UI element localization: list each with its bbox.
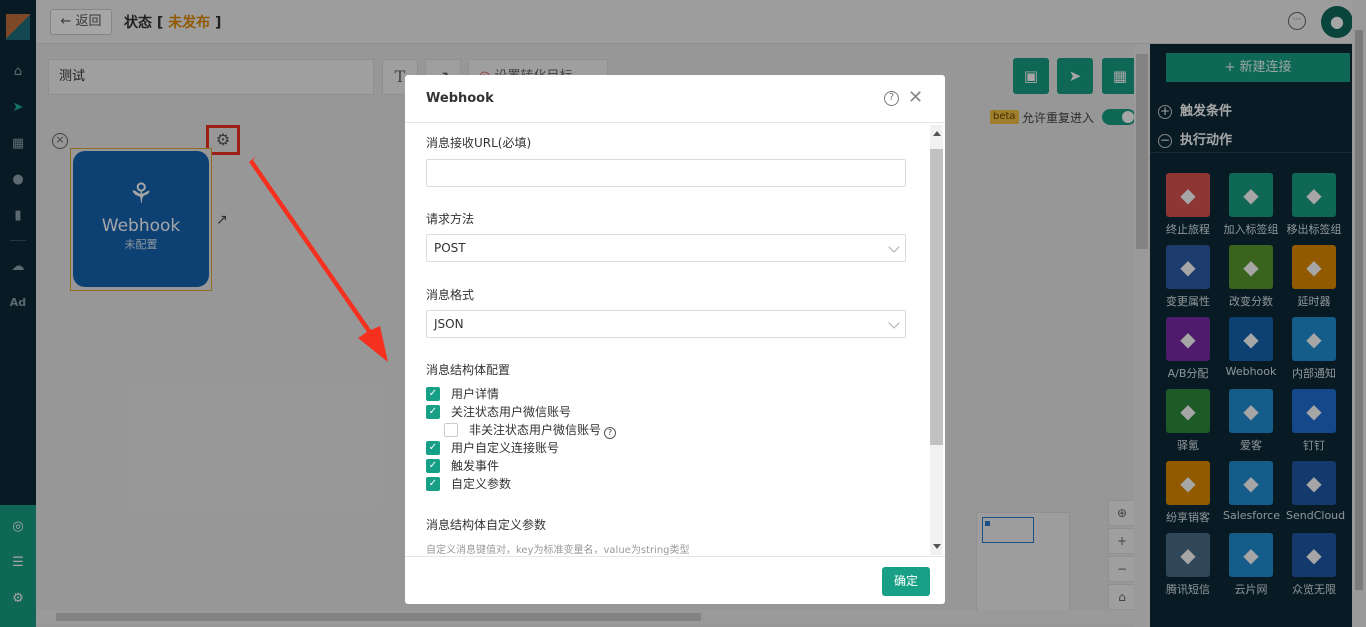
option-label: 触发事件 — [451, 459, 500, 473]
ok-button[interactable]: 确定 — [882, 567, 930, 596]
close-icon[interactable]: ✕ — [908, 87, 923, 108]
option-label: 非关注状态用户微信账号 — [469, 423, 602, 437]
option-label: 用户自定义连接账号 — [451, 441, 560, 455]
dialog-scrollbar[interactable] — [930, 125, 943, 555]
checkbox[interactable]: ✓ — [426, 405, 440, 419]
custom-params-hint: 自定义消息键值对，key为标准变量名，value为string类型 — [426, 545, 690, 555]
url-label: 消息接收URL(必填) — [426, 136, 532, 150]
option-label: 自定义参数 — [451, 477, 512, 491]
option-label: 关注状态用户微信账号 — [451, 405, 572, 419]
dialog-header: Webhook ? ✕ — [405, 75, 945, 123]
checkbox[interactable]: ✓ — [426, 477, 440, 491]
method-select[interactable]: POST — [426, 234, 906, 262]
format-value: JSON — [434, 317, 464, 331]
chevron-down-icon — [888, 317, 900, 329]
option-label: 用户详情 — [451, 387, 500, 401]
chevron-down-icon — [888, 241, 900, 253]
app-window: ⌂ ➤ ▦ ● ▮ ☁ Ad ◎ ☰ ⚙ ← 返回 状态 [ 未发布 ] ···… — [0, 0, 1366, 627]
url-input[interactable] — [426, 159, 906, 187]
method-label: 请求方法 — [426, 212, 475, 226]
dialog-footer: 确定 — [405, 556, 945, 604]
format-label: 消息格式 — [426, 288, 475, 302]
option-row[interactable]: ✓ 自定义参数 — [426, 477, 726, 493]
option-row[interactable]: ✓ 关注状态用户微信账号 — [426, 405, 726, 421]
help-icon[interactable]: ? — [604, 427, 617, 439]
option-row[interactable]: ✓ 用户详情 — [426, 387, 726, 403]
custom-params-label: 消息结构体自定义参数 — [426, 518, 547, 532]
dialog-title: Webhook — [426, 91, 494, 106]
struct-label: 消息结构体配置 — [426, 363, 511, 377]
help-icon[interactable]: ? — [884, 91, 899, 106]
dialog-body: 消息接收URL(必填) 请求方法 POST 消息格式 JSON 消息结构体配置 … — [405, 123, 945, 555]
option-row[interactable]: ✓ 用户自定义连接账号 — [426, 441, 726, 457]
checkbox[interactable]: ✓ — [426, 459, 440, 473]
checkbox[interactable]: ✓ — [426, 387, 440, 401]
webhook-dialog: Webhook ? ✕ 消息接收URL(必填) 请求方法 POST 消息格式 J… — [405, 75, 945, 604]
checkbox[interactable]: ✓ — [426, 441, 440, 455]
option-row[interactable]: 非关注状态用户微信账号? — [444, 423, 744, 439]
method-value: POST — [434, 241, 466, 255]
format-select[interactable]: JSON — [426, 310, 906, 338]
checkbox[interactable] — [444, 423, 458, 437]
option-row[interactable]: ✓ 触发事件 — [426, 459, 726, 475]
